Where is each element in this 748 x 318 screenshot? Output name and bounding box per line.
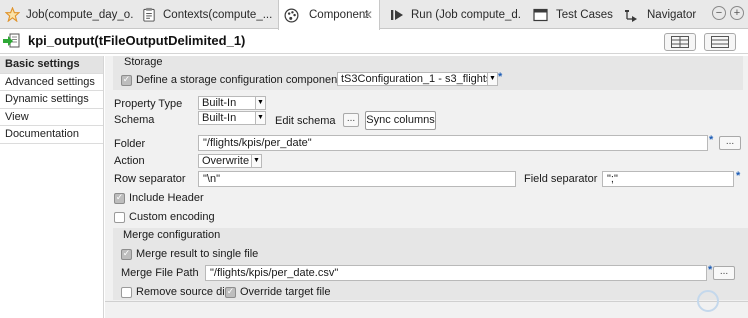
component-title: kpi_output(tFileOutputDelimited_1) [28,33,246,48]
edit-schema-label: Edit schema [275,115,336,127]
folder-browse-button[interactable]: ... [719,136,741,150]
remove-source-label: Remove source dir [136,286,229,298]
tab-label: Component [309,9,369,21]
tab-job[interactable]: Job(compute_day_o... [0,0,133,29]
rows-layout-icon [711,36,729,48]
override-target-checkbox[interactable] [225,287,236,298]
field-separator-input[interactable]: ";" [602,171,734,187]
merge-path-input[interactable]: "/flights/kpis/per_date.csv" [205,265,707,281]
grid-layout-icon [671,36,689,48]
minimize-icon[interactable]: − [712,6,726,20]
required-marker: * [709,134,714,146]
job-star-icon [4,7,20,23]
tab-run[interactable]: Run (Job compute_d... [387,0,520,29]
component-title-bar: kpi_output(tFileOutputDelimited_1) [0,30,748,54]
row-separator-label: Row separator [114,173,186,185]
storage-config-select[interactable]: tS3Configuration_1 - s3_flights ▼ [337,72,498,86]
required-marker: * [736,170,741,182]
remove-source-checkbox[interactable] [121,287,132,298]
property-type-select[interactable]: Built-In ▼ [198,96,266,110]
define-storage-label: Define a storage configuration component [136,74,341,86]
run-play-icon [389,7,405,23]
nav-item-basic-settings[interactable]: Basic settings [0,56,103,74]
basic-settings-panel: Storage Define a storage configuration c… [105,56,748,318]
merge-config-heading: Merge configuration [123,229,221,241]
nav-item-dynamic-settings[interactable]: Dynamic settings [0,91,103,109]
nav-item-view[interactable]: View [0,109,103,126]
nav-item-documentation[interactable]: Documentation [0,126,103,144]
merge-single-checkbox[interactable] [121,249,132,260]
horizontal-scrollbar[interactable] [105,301,748,302]
field-separator-label: Field separator [524,173,598,185]
tab-test-cases[interactable]: Test Cases [530,0,616,29]
component-palette-icon [283,7,299,23]
tab-component[interactable]: Component ✕ [278,0,380,30]
edit-schema-button[interactable]: ... [343,113,359,127]
schema-select[interactable]: Built-In ▼ [198,111,266,125]
define-storage-checkbox[interactable] [121,75,132,86]
include-header-checkbox[interactable] [114,193,125,204]
contexts-clipboard-icon [141,7,157,23]
merge-single-label: Merge result to single file [136,248,259,260]
tab-navigator[interactable]: Navigator [621,0,701,29]
folder-label: Folder [114,138,146,150]
action-select[interactable]: Overwrite ▼ [198,154,262,168]
chevron-down-icon: ▼ [255,112,265,124]
chevron-down-icon: ▼ [255,97,265,109]
schema-label: Schema [114,114,155,126]
custom-encoding-label: Custom encoding [129,211,215,223]
tab-label: Navigator [647,8,697,21]
test-cases-window-icon [532,7,548,23]
chevron-down-icon: ▼ [487,73,497,85]
layout-grid-button[interactable] [664,33,696,51]
chevron-down-icon: ▼ [251,155,261,167]
required-marker: * [708,264,713,276]
folder-input[interactable]: "/flights/kpis/per_date" [198,135,708,151]
sync-columns-button[interactable]: Sync columns [365,111,436,130]
maximize-icon[interactable]: + [730,6,744,20]
merge-path-label: Merge File Path [121,267,199,279]
include-header-label: Include Header [129,192,204,204]
navigator-icon [623,7,639,23]
tab-label: Test Cases [556,8,613,21]
editor-tab-bar: Job(compute_day_o... Contexts(compute_..… [0,0,748,30]
progress-ring-icon [697,290,719,312]
tab-label: Run (Job compute_d... [411,8,520,21]
custom-encoding-checkbox[interactable] [114,212,125,223]
file-output-icon [3,33,21,49]
override-target-label: Override target file [240,286,331,298]
row-separator-input[interactable]: "\n" [198,171,516,187]
property-type-label: Property Type [114,98,183,110]
nav-item-advanced-settings[interactable]: Advanced settings [0,74,103,91]
settings-nav: Basic settings Advanced settings Dynamic… [0,56,104,318]
action-label: Action [114,155,145,167]
tab-label: Job(compute_day_o... [26,8,133,21]
merge-path-browse-button[interactable]: ... [713,266,735,280]
storage-heading: Storage [124,56,163,68]
required-marker: * [498,71,503,83]
layout-rows-button[interactable] [704,33,736,51]
tab-label: Contexts(compute_... [163,8,273,21]
tab-contexts[interactable]: Contexts(compute_... [137,0,277,29]
close-tab-icon[interactable]: ✕ [363,8,373,22]
